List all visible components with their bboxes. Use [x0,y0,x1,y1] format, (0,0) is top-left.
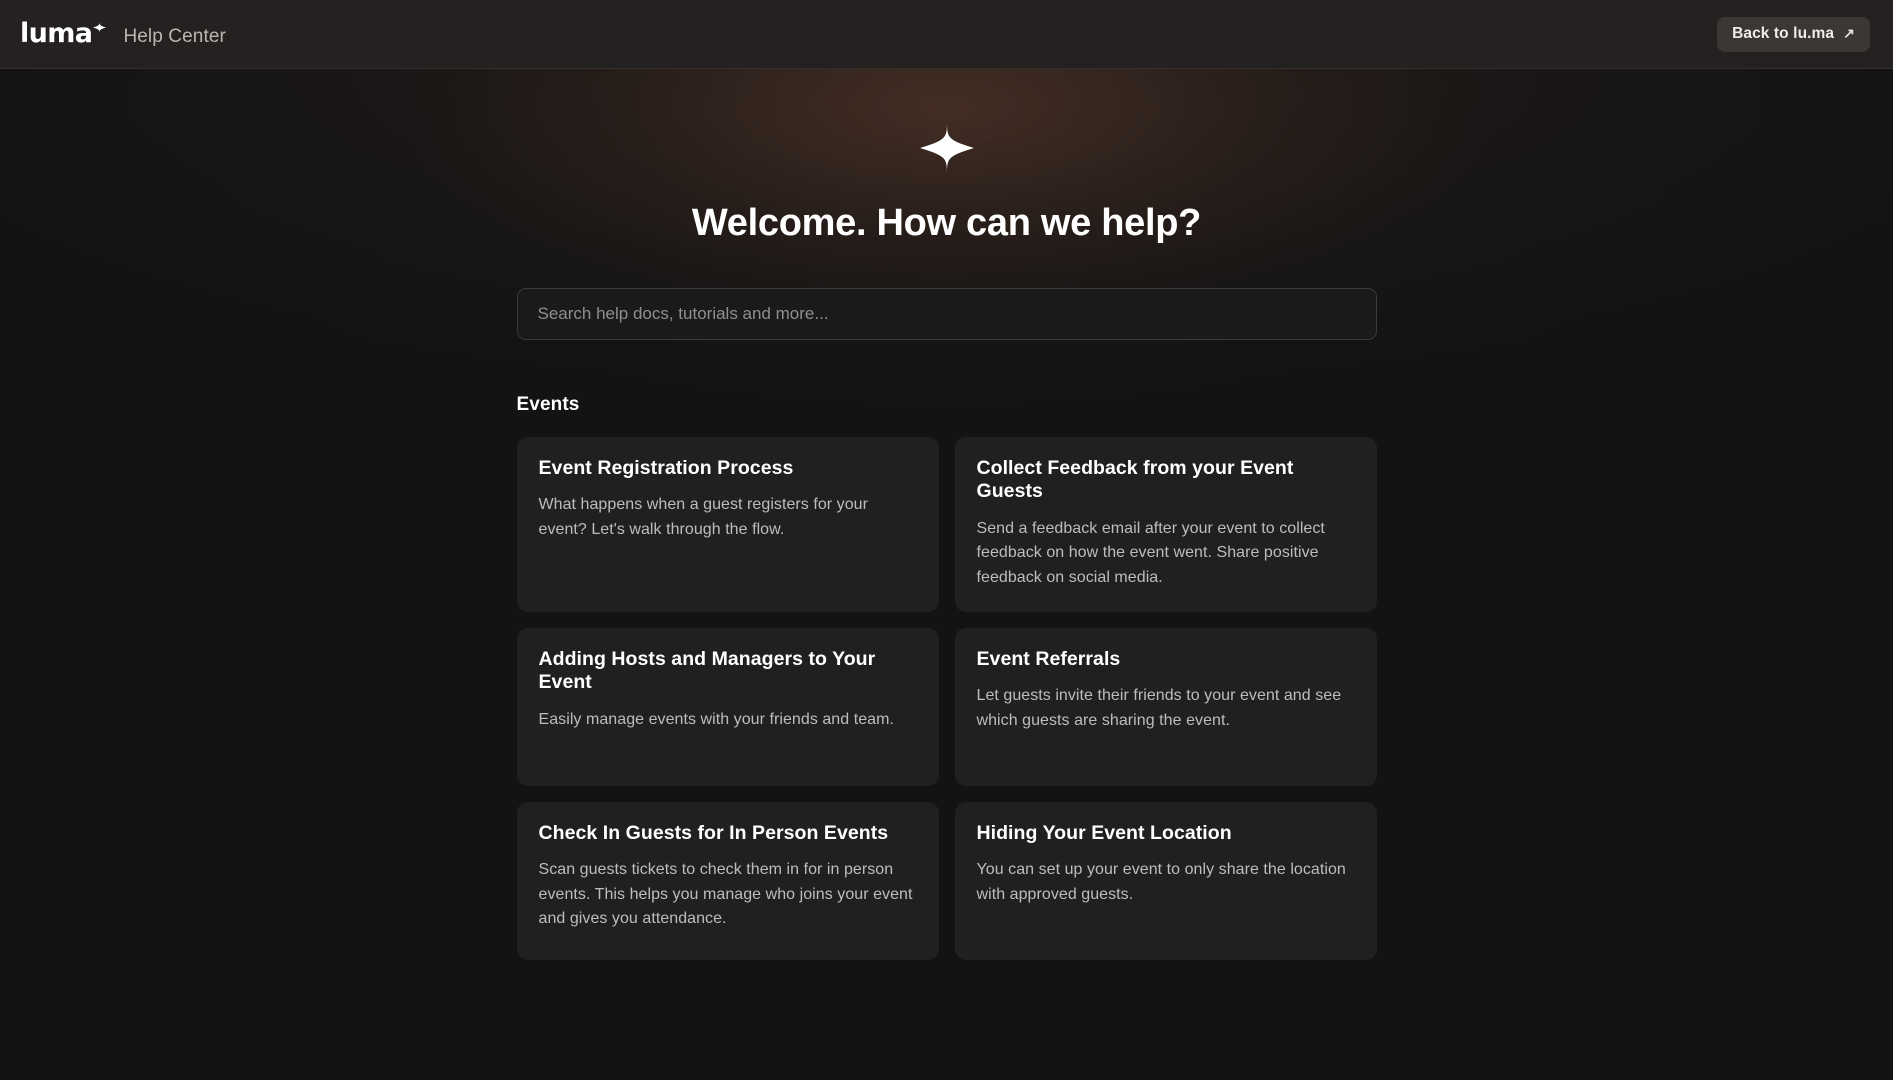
back-to-luma-label: Back to lu.ma [1732,25,1835,42]
section-title: Events [516,393,580,415]
hero-section: Welcome. How can we help? [0,69,1893,340]
luma-logo-text: luma [20,18,93,49]
section-events: Events Event Registration Process What h… [516,393,1377,961]
external-link-arrow-icon: ↗ [1843,25,1855,41]
article-card-title: Check In Guests for In Person Events [538,822,889,845]
article-card[interactable]: Event Referrals Let guests invite their … [954,628,1377,787]
article-card-title: Adding Hosts and Managers to Your Event [538,648,876,694]
article-card-description: What happens when a guest registers for … [538,496,868,538]
sparkle-icon [919,121,974,175]
article-card-title: Hiding Your Event Location [976,822,1232,845]
back-to-luma-button[interactable]: Back to lu.ma ↗ [1717,16,1870,52]
top-header-bar: luma Help Center Back to lu.ma ↗ [0,0,1893,69]
article-card-grid: Event Registration Process What happens … [516,436,1377,961]
content-area: Events Event Registration Process What h… [516,340,1377,961]
article-card[interactable]: Collect Feedback from your Event Guests … [954,436,1377,613]
article-card-description: Let guests invite their friends to your … [976,687,1342,729]
article-card-description: Scan guests tickets to check them in for… [538,861,913,928]
brand[interactable]: luma Help Center [20,20,226,48]
luma-logo[interactable]: luma [20,18,107,49]
article-card[interactable]: Check In Guests for In Person Events Sca… [516,802,939,961]
article-card-title: Collect Feedback from your Event Guests [976,456,1294,503]
article-card[interactable]: Event Registration Process What happens … [516,436,939,613]
search-input[interactable] [516,287,1377,340]
article-card-description: Easily manage events with your friends a… [538,710,894,728]
search-box [516,287,1377,340]
page-title: Welcome. How can we help? [691,202,1202,244]
article-card-description: Send a feedback email after your event t… [976,519,1325,586]
help-center-page: luma Help Center Back to lu.ma ↗ Welcome… [0,0,1893,1080]
article-card-title: Event Registration Process [538,456,794,479]
article-card[interactable]: Adding Hosts and Managers to Your Event … [516,628,939,787]
article-card[interactable]: Hiding Your Event Location You can set u… [954,802,1377,961]
sparkle-icon [93,21,107,34]
article-card-title: Event Referrals [976,648,1121,671]
article-card-description: You can set up your event to only share … [976,861,1346,903]
site-title: Help Center [123,26,226,47]
